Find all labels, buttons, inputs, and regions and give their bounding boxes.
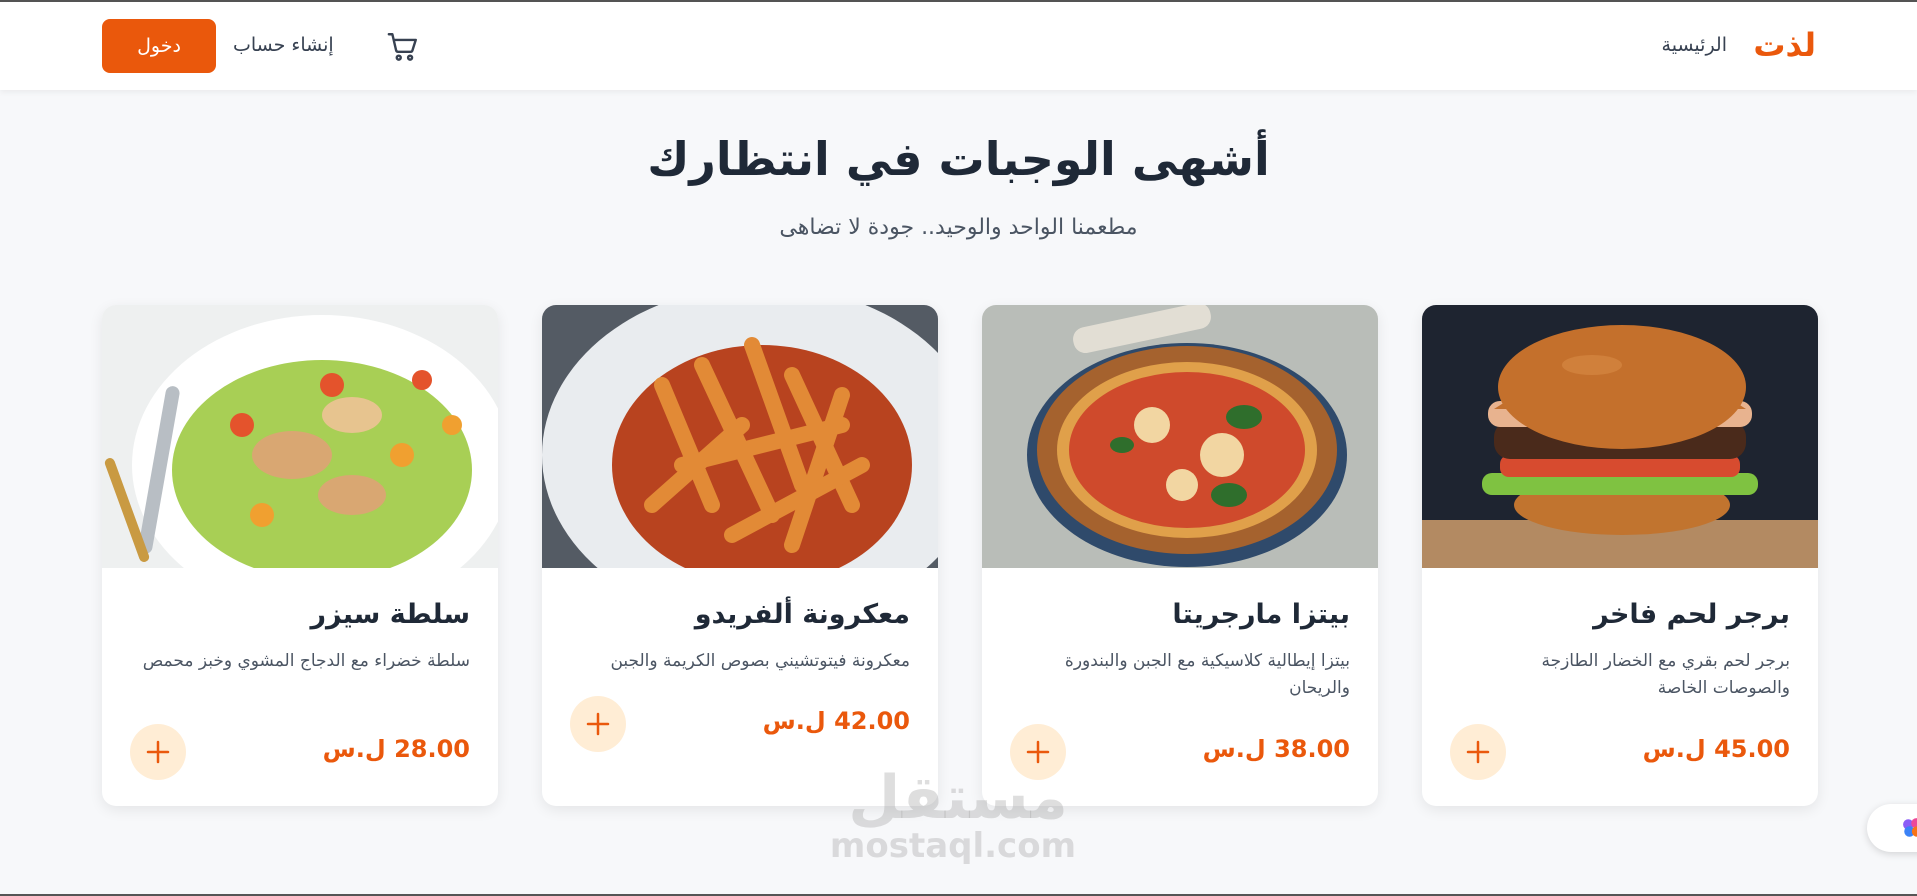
menu-item-title: سلطة سيزر — [310, 599, 470, 630]
watermark-latin: mostaql.com — [829, 826, 1076, 866]
plus-icon — [1466, 740, 1490, 764]
menu-cards: برجر لحم فاخر برجر لحم بقري مع الخضار ال… — [102, 305, 1818, 806]
menu-item-description: برجر لحم بقري مع الخضار الطازجة والصوصات… — [1541, 651, 1790, 699]
burger-image — [1422, 305, 1818, 568]
salad-image — [102, 305, 498, 568]
login-button[interactable]: دخول — [102, 19, 216, 73]
menu-item-price: 45.00 ل.س — [1642, 735, 1790, 763]
assistant-floating-button[interactable] — [1867, 804, 1917, 852]
watermark: مستقل mostaql.com — [829, 763, 1076, 866]
menu-item-description: معكرونة فيتوتشيني بصوص الكريمة والجبن — [610, 651, 910, 671]
add-to-cart-button[interactable] — [130, 724, 186, 780]
plus-icon — [146, 740, 170, 764]
menu-card-burger[interactable]: برجر لحم فاخر برجر لحم بقري مع الخضار ال… — [1422, 305, 1818, 806]
add-to-cart-button[interactable] — [570, 696, 626, 752]
menu-item-price: 38.00 ل.س — [1202, 735, 1350, 763]
pasta-image — [542, 305, 938, 568]
menu-item-title: بيتزا مارجريتا — [1172, 599, 1350, 630]
hero-title: أشهى الوجبات في انتظارك — [647, 132, 1270, 186]
menu-item-description: سلطة خضراء مع الدجاج المشوي وخبز محمص — [142, 651, 470, 671]
hero-subtitle: مطعمنا الواحد والوحيد.. جودة لا تضاهى — [779, 215, 1138, 240]
menu-item-price: 42.00 ل.س — [762, 707, 910, 735]
brain-icon — [1903, 818, 1917, 837]
menu-item-title: برجر لحم فاخر — [1593, 599, 1790, 630]
menu-item-price: 28.00 ل.س — [322, 735, 470, 763]
menu-item-description: بيتزا إيطالية كلاسيكية مع الجبن والبندور… — [1064, 651, 1350, 699]
pizza-image — [982, 305, 1378, 568]
cart-icon[interactable] — [386, 30, 420, 64]
add-to-cart-button[interactable] — [1450, 724, 1506, 780]
site-header: لذت الرئيسية إنشاء حساب دخول — [0, 2, 1917, 90]
nav-link-home[interactable]: الرئيسية — [1662, 34, 1727, 56]
menu-card-pizza[interactable]: بيتزا مارجريتا بيتزا إيطالية كلاسيكية مع… — [982, 305, 1378, 806]
plus-icon — [586, 712, 610, 736]
signup-link[interactable]: إنشاء حساب — [233, 34, 334, 56]
menu-card-pasta[interactable]: معكرونة ألفريدو معكرونة فيتوتشيني بصوص ا… — [542, 305, 938, 806]
menu-card-salad[interactable]: سلطة سيزر سلطة خضراء مع الدجاج المشوي وخ… — [102, 305, 498, 806]
menu-item-title: معكرونة ألفريدو — [694, 599, 910, 630]
site-logo[interactable]: لذت — [1753, 26, 1816, 64]
watermark-arabic: مستقل — [848, 763, 1068, 833]
